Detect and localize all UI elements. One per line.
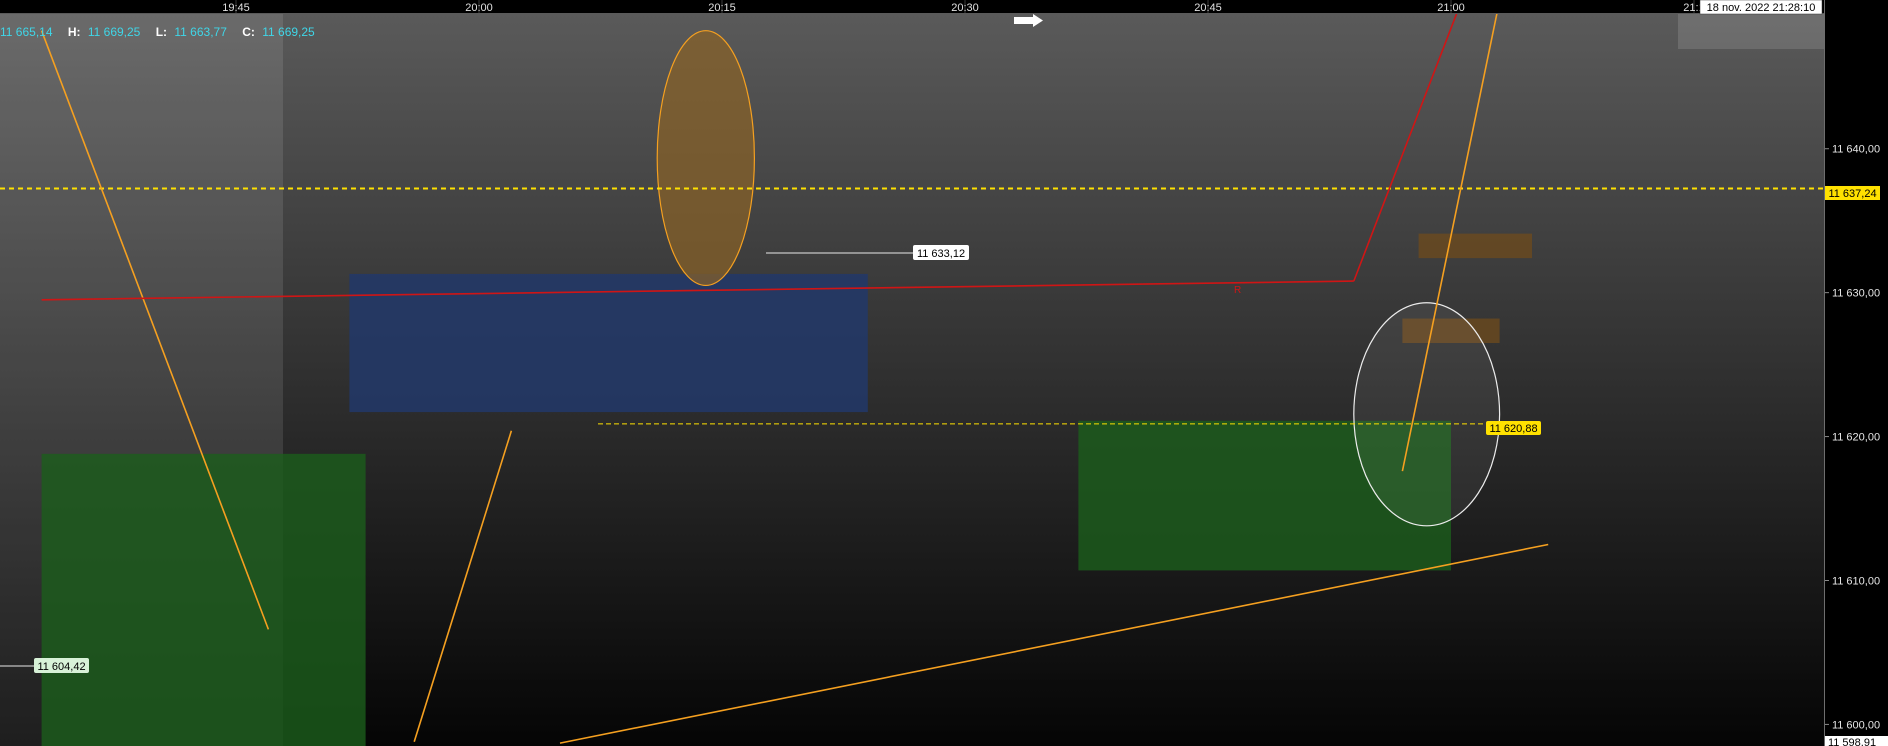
marker-white-label: 11 633,12 <box>917 248 965 260</box>
ellipse-white-1 <box>1353 302 1501 527</box>
y-tick-label-1: 11 630,00 <box>1832 288 1880 300</box>
timestamp-label: 18 nov. 2022 21:28:10 <box>1707 2 1816 14</box>
x-tick-label-4: 20:45 <box>1194 2 1222 14</box>
timestamp-box: 18 nov. 2022 21:28:10 <box>1699 0 1823 15</box>
ohlc-open-value: 11 665,14 <box>0 25 53 39</box>
level-secondary-tag[interactable]: 11 620,88 <box>1486 421 1541 435</box>
y-tick-label-0: 11 640,00 <box>1832 144 1880 156</box>
price-chart[interactable]: 19:45 20:00 20:15 20:30 20:45 21:00 21:1 11 64… <box>0 0 1888 746</box>
ohlc-high-value: 11 669,25 <box>88 25 141 39</box>
y-tick-label-3: 11 610,00 <box>1832 575 1880 587</box>
x-tick-label-3: 20:30 <box>951 2 979 14</box>
ohlc-readout: 11 665,14 H: 11 669,25 L: 11 663,77 C: 1… <box>0 25 315 39</box>
ohlc-low-label: L: <box>156 25 167 39</box>
y-tick-label-2: 11 620,00 <box>1832 432 1880 444</box>
ohlc-close-label: C: <box>242 25 255 39</box>
y-tick-label-4: 11 600,00 <box>1832 719 1880 731</box>
corner-shade <box>1678 14 1824 49</box>
level-main-tag[interactable]: 11 637,24 <box>1825 186 1880 200</box>
x-tick-label-2: 20:15 <box>708 2 736 14</box>
ellipse-orange-0 <box>656 30 756 287</box>
x-tick-label-1: 20:00 <box>465 2 493 14</box>
level-main-tag-label: 11 637,24 <box>1828 188 1876 200</box>
marker-green-label: 11 604,42 <box>37 661 85 673</box>
zone-brown-4 <box>1418 233 1532 259</box>
ohlc-close-value: 11 669,25 <box>262 25 315 39</box>
zone-green-0 <box>41 453 366 746</box>
level-secondary-tag-label: 11 620,88 <box>1489 423 1537 435</box>
x-tick-label-0: 19:45 <box>222 2 250 14</box>
time-axis-background <box>0 0 1888 14</box>
ohlc-low-value: 11 663,77 <box>174 25 227 39</box>
last-price-tag[interactable]: 11 598,91 <box>1825 736 1888 746</box>
last-price-tag-label: 11 598,91 <box>1828 737 1876 746</box>
trend-annotation-marker: R <box>1234 285 1241 296</box>
x-tick-label-5: 21:00 <box>1437 2 1465 14</box>
ohlc-high-label: H: <box>68 25 81 39</box>
price-axis-background <box>1825 0 1888 746</box>
